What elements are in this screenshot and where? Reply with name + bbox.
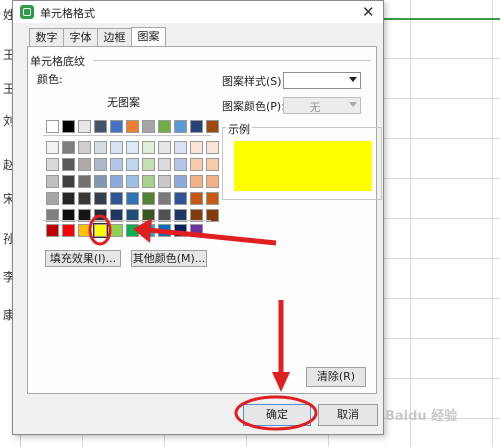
arrow-head — [133, 218, 152, 243]
annotation-overlay — [88, 214, 318, 431]
arrow-head — [272, 372, 290, 392]
highlight-circle — [88, 214, 112, 246]
watermark: Baidu 经验 — [385, 409, 458, 424]
highlight-circle — [234, 395, 318, 431]
arrow-shaft — [147, 227, 277, 246]
